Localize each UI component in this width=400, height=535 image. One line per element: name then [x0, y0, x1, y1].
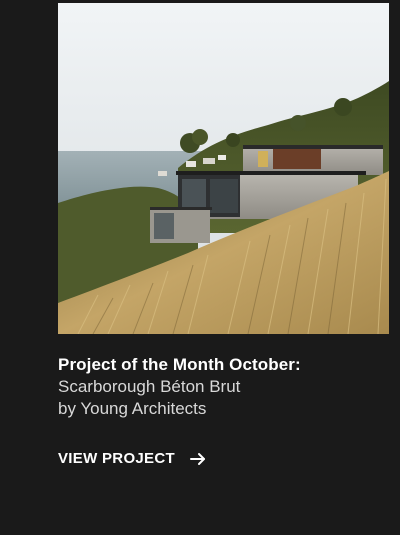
project-name: Scarborough Béton Brut [58, 377, 241, 396]
project-architect: by Young Architects [58, 399, 207, 418]
project-card: Project of the Month October: Scarboroug… [0, 0, 400, 535]
view-project-link[interactable]: VIEW PROJECT [58, 449, 207, 469]
project-title: Project of the Month October: [58, 355, 301, 374]
project-image-link[interactable] [58, 3, 389, 334]
project-photo [58, 3, 389, 334]
view-project-label: VIEW PROJECT [58, 450, 175, 467]
arrow-right-icon [189, 450, 207, 468]
project-text: Project of the Month October: Scarboroug… [58, 354, 388, 420]
